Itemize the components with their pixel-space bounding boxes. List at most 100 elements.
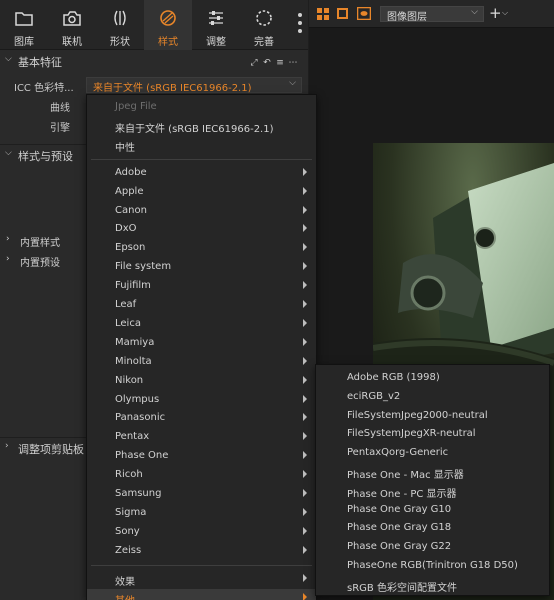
- submenu-arrow-icon: [303, 337, 307, 346]
- menu-item[interactable]: 其他: [87, 588, 316, 600]
- menu-item[interactable]: Panasonic: [87, 409, 316, 427]
- menu-item[interactable]: Leaf: [87, 296, 316, 314]
- submenu-item[interactable]: Phase One Gray G22: [316, 538, 549, 556]
- builtin-styles-header[interactable]: › 内置样式: [6, 232, 86, 250]
- submenu-item-label: Adobe RGB (1998): [347, 372, 440, 383]
- layer-select[interactable]: 图像图层 ⌵: [380, 6, 484, 23]
- menu-item-label: Epson: [115, 242, 146, 254]
- tab-style[interactable]: 样式: [144, 0, 192, 50]
- menu-item-label: Pentax: [115, 431, 150, 443]
- folder-icon: [15, 12, 33, 26]
- menu-item[interactable]: Sigma: [87, 504, 316, 522]
- menu-item[interactable]: Phase One: [87, 447, 316, 465]
- menu-item[interactable]: Fujifilm: [87, 277, 316, 295]
- submenu-item[interactable]: Adobe RGB (1998): [316, 369, 549, 387]
- menu-item[interactable]: DxO: [87, 220, 316, 238]
- menu-item-label: 其他: [115, 592, 135, 600]
- menu-item-label: 来自于文件 (sRGB IEC61966-2.1): [115, 123, 274, 135]
- menu-item[interactable]: Zeiss: [87, 542, 316, 560]
- menu-item[interactable]: Adobe: [87, 164, 316, 182]
- engine-label: 引擎: [50, 123, 70, 134]
- chevron-right-icon: ›: [5, 441, 9, 451]
- single-view-icon[interactable]: [337, 8, 348, 19]
- menu-item[interactable]: Mamiya: [87, 334, 316, 352]
- submenu-item[interactable]: eciRGB_v2: [316, 388, 549, 406]
- add-layer-button[interactable]: +: [489, 4, 502, 22]
- menu-item[interactable]: Epson: [87, 239, 316, 257]
- reset-icon[interactable]: ↶: [262, 58, 272, 68]
- style-icon: [160, 10, 176, 26]
- submenu-item[interactable]: sRGB 色彩空间配置文件: [316, 576, 549, 594]
- submenu-item-label: Phase One - Mac 显示器: [347, 470, 464, 481]
- tab-adjust[interactable]: 调整: [192, 0, 240, 50]
- menu-item-label: Leica: [115, 317, 141, 329]
- menu-item-label: Phase One: [115, 450, 169, 462]
- submenu-item[interactable]: FileSystemJpegXR-neutral: [316, 425, 549, 443]
- menu-item-label: Zeiss: [115, 544, 142, 556]
- builtin-presets-label: 内置预设: [20, 258, 60, 269]
- chevron-right-icon: ›: [6, 254, 10, 264]
- basic-characteristics-header[interactable]: ⌵ 基本特征 ⤢ ↶ ≡ ⋯: [0, 51, 308, 71]
- submenu-item[interactable]: Phase One - Mac 显示器: [316, 463, 549, 481]
- viewer-toolbar: 图像图层 ⌵ + ⌵: [309, 0, 554, 28]
- submenu-item[interactable]: Phase One Gray G18: [316, 519, 549, 537]
- menu-item-label: Fujifilm: [115, 280, 151, 292]
- menu-item[interactable]: 来自于文件 (sRGB IEC61966-2.1): [87, 117, 316, 135]
- grid-view-icon[interactable]: [317, 8, 329, 20]
- preview-eye-icon[interactable]: [356, 6, 372, 21]
- menu-item[interactable]: Olympus: [87, 391, 316, 409]
- menu-lines-icon[interactable]: ≡: [275, 58, 285, 68]
- menu-separator: [91, 158, 312, 160]
- tab-label: 完善: [254, 37, 274, 48]
- menu-item[interactable]: Minolta: [87, 353, 316, 371]
- menu-item-label: Leaf: [115, 299, 137, 310]
- menu-item[interactable]: Pentax: [87, 428, 316, 446]
- chevron-down-icon: ⌵: [471, 7, 478, 17]
- submenu-arrow-icon: [303, 186, 307, 195]
- icc-profile-select[interactable]: 来自于文件 (sRGB IEC61966-2.1) ⌵: [86, 77, 302, 94]
- more-icon[interactable]: ⋯: [288, 58, 298, 68]
- submenu-item[interactable]: Phase One Gray G10: [316, 501, 549, 519]
- builtin-presets-header[interactable]: › 内置预设: [6, 252, 86, 270]
- tab-tethered[interactable]: 联机: [48, 0, 96, 50]
- section-title: 调整项剪贴板: [18, 443, 84, 456]
- submenu-item[interactable]: Phase One - PC 显示器: [316, 482, 549, 500]
- submenu-item[interactable]: PentaxQorg-Generic: [316, 444, 549, 462]
- submenu-item-label: eciRGB_v2: [347, 390, 401, 402]
- submenu-item-label: Phase One - PC 显示器: [347, 488, 457, 500]
- menu-item[interactable]: Ricoh: [87, 466, 316, 484]
- menu-item-label: Jpeg File: [115, 101, 157, 112]
- tab-library[interactable]: 图库: [0, 0, 48, 50]
- submenu-arrow-icon: [303, 375, 307, 384]
- chevron-down-icon: ⌵: [502, 8, 509, 17]
- submenu-arrow-icon: [303, 489, 307, 497]
- more-options-icon[interactable]: [298, 13, 302, 37]
- menu-item-label: Panasonic: [115, 412, 166, 424]
- icc-profile-value: 来自于文件 (sRGB IEC61966-2.1): [93, 83, 252, 94]
- menu-item-label: File system: [115, 261, 172, 273]
- menu-item-label: 中性: [115, 142, 135, 154]
- tab-label: 图库: [14, 37, 34, 48]
- menu-item[interactable]: 效果: [87, 570, 316, 588]
- menu-item-label: DxO: [115, 223, 137, 235]
- submenu-arrow-icon: [303, 224, 307, 233]
- submenu-arrow-icon: [303, 451, 307, 460]
- menu-item-label: Minolta: [115, 355, 152, 367]
- submenu-item[interactable]: PhaseOne RGB(Trinitron G18 D50): [316, 557, 549, 575]
- expand-icon[interactable]: ⤢: [249, 58, 259, 68]
- tab-refine[interactable]: 完善: [240, 0, 288, 50]
- menu-item[interactable]: Apple: [87, 183, 316, 201]
- chevron-down-icon: ⌵: [5, 54, 12, 64]
- section-tools: ⤢ ↶ ≡ ⋯: [246, 55, 300, 68]
- menu-item[interactable]: Canon: [87, 202, 316, 220]
- menu-item[interactable]: 中性: [87, 136, 316, 154]
- submenu-item[interactable]: FileSystemJpeg2000-neutral: [316, 407, 549, 425]
- menu-item[interactable]: Samsung: [87, 485, 316, 503]
- menu-item[interactable]: Leica: [87, 315, 316, 333]
- menu-item[interactable]: File system: [87, 258, 316, 276]
- submenu-arrow-icon: [303, 262, 307, 271]
- submenu-item-label: Phase One Gray G18: [347, 522, 452, 534]
- tab-lens[interactable]: 形状: [96, 0, 144, 50]
- menu-item[interactable]: Nikon: [87, 372, 316, 390]
- menu-item[interactable]: Sony: [87, 523, 316, 541]
